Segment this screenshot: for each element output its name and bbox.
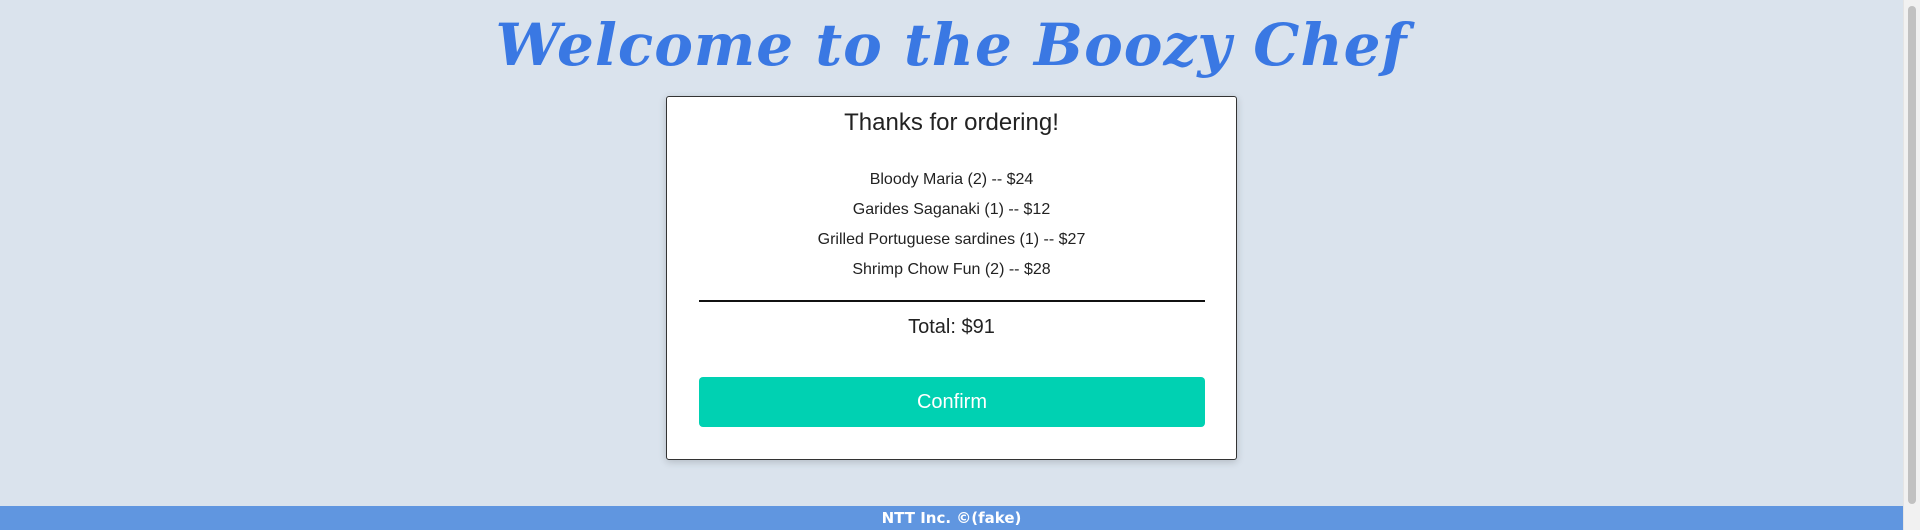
confirm-button[interactable]: Confirm bbox=[699, 377, 1205, 427]
order-item: Bloody Maria (2) -- $24 bbox=[869, 171, 1034, 188]
order-item: Shrimp Chow Fun (2) -- $28 bbox=[852, 261, 1051, 278]
page: Welcome to the Boozy Chef Thanks for ord… bbox=[0, 0, 1920, 530]
order-items-list: Bloody Maria (2) -- $24 Garides Saganaki… bbox=[667, 165, 1236, 285]
site-title: Welcome to the Boozy Chef bbox=[495, 11, 1408, 79]
order-item: Garides Saganaki (1) -- $12 bbox=[852, 201, 1051, 218]
footer: NTT Inc. ©(fake) bbox=[0, 506, 1903, 530]
total-divider bbox=[699, 300, 1205, 302]
vertical-scrollbar[interactable] bbox=[1903, 0, 1920, 530]
order-item: Grilled Portuguese sardines (1) -- $27 bbox=[817, 231, 1086, 248]
main-content: Welcome to the Boozy Chef Thanks for ord… bbox=[0, 0, 1903, 506]
order-summary-card: Thanks for ordering! Bloody Maria (2) --… bbox=[666, 96, 1237, 460]
order-confirmation-heading: Thanks for ordering! bbox=[844, 109, 1059, 136]
scrollbar-thumb[interactable] bbox=[1908, 6, 1916, 504]
order-total: Total: $91 bbox=[908, 316, 995, 338]
